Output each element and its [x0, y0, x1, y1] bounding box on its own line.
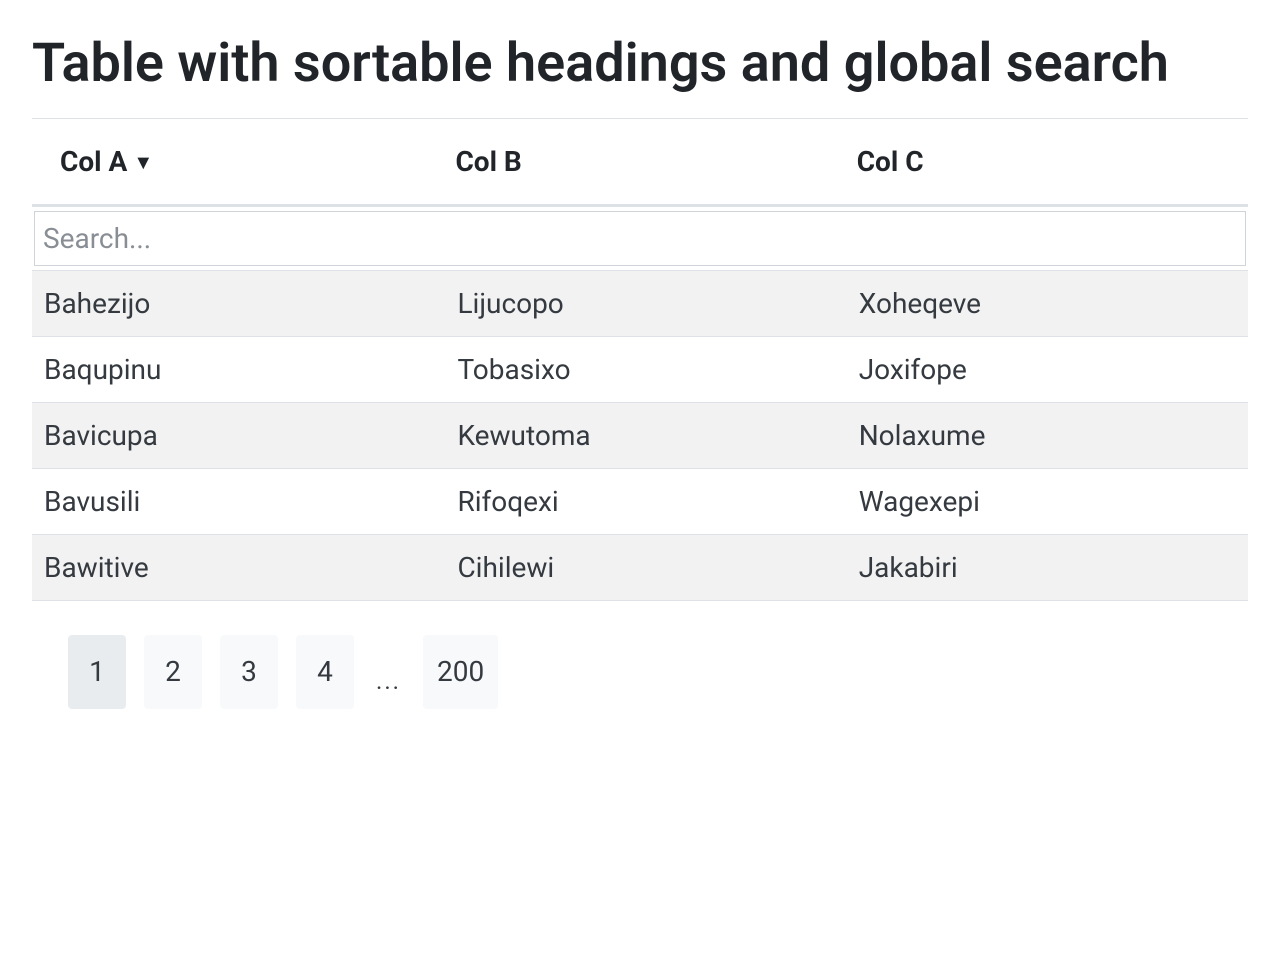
- cell-a: Bawitive: [32, 534, 445, 600]
- search-row: [32, 205, 1248, 270]
- search-input[interactable]: [34, 211, 1246, 266]
- cell-a: Bavusili: [32, 468, 445, 534]
- page-button-1[interactable]: 1: [68, 635, 126, 709]
- cell-c: Nolaxume: [847, 402, 1248, 468]
- cell-b: Rifoqexi: [445, 468, 846, 534]
- cell-b: Lijucopo: [445, 270, 846, 336]
- sort-desc-icon: ▼: [133, 150, 153, 175]
- cell-a: Bavicupa: [32, 402, 445, 468]
- divider: [32, 118, 1248, 119]
- page-button-2[interactable]: 2: [144, 635, 202, 709]
- column-header-a-label: Col A: [60, 145, 127, 178]
- column-header-a[interactable]: Col A▼: [32, 127, 445, 206]
- column-header-c-label: Col C: [857, 145, 924, 178]
- table-row: Bavicupa Kewutoma Nolaxume: [32, 402, 1248, 468]
- cell-a: Baqupinu: [32, 336, 445, 402]
- cell-c: Joxifope: [847, 336, 1248, 402]
- table-row: Bawitive Cihilewi Jakabiri: [32, 534, 1248, 600]
- cell-b: Kewutoma: [445, 402, 846, 468]
- column-header-b-label: Col B: [455, 145, 521, 178]
- pagination: 1 2 3 4 ... 200: [32, 635, 1248, 709]
- cell-c: Jakabiri: [847, 534, 1248, 600]
- page-title: Table with sortable headings and global …: [32, 30, 1248, 98]
- page-button-4[interactable]: 4: [296, 635, 354, 709]
- cell-c: Wagexepi: [847, 468, 1248, 534]
- cell-a: Bahezijo: [32, 270, 445, 336]
- page-button-3[interactable]: 3: [220, 635, 278, 709]
- column-header-c[interactable]: Col C: [847, 127, 1248, 206]
- column-header-b[interactable]: Col B: [445, 127, 846, 206]
- data-table: Col A▼ Col B Col C Bahezijo Lijucopo Xoh…: [32, 127, 1248, 601]
- table-row: Bahezijo Lijucopo Xoheqeve: [32, 270, 1248, 336]
- page-ellipsis: ...: [372, 667, 405, 709]
- table-row: Bavusili Rifoqexi Wagexepi: [32, 468, 1248, 534]
- page-button-last[interactable]: 200: [423, 635, 498, 709]
- cell-b: Tobasixo: [445, 336, 846, 402]
- cell-c: Xoheqeve: [847, 270, 1248, 336]
- cell-b: Cihilewi: [445, 534, 846, 600]
- table-row: Baqupinu Tobasixo Joxifope: [32, 336, 1248, 402]
